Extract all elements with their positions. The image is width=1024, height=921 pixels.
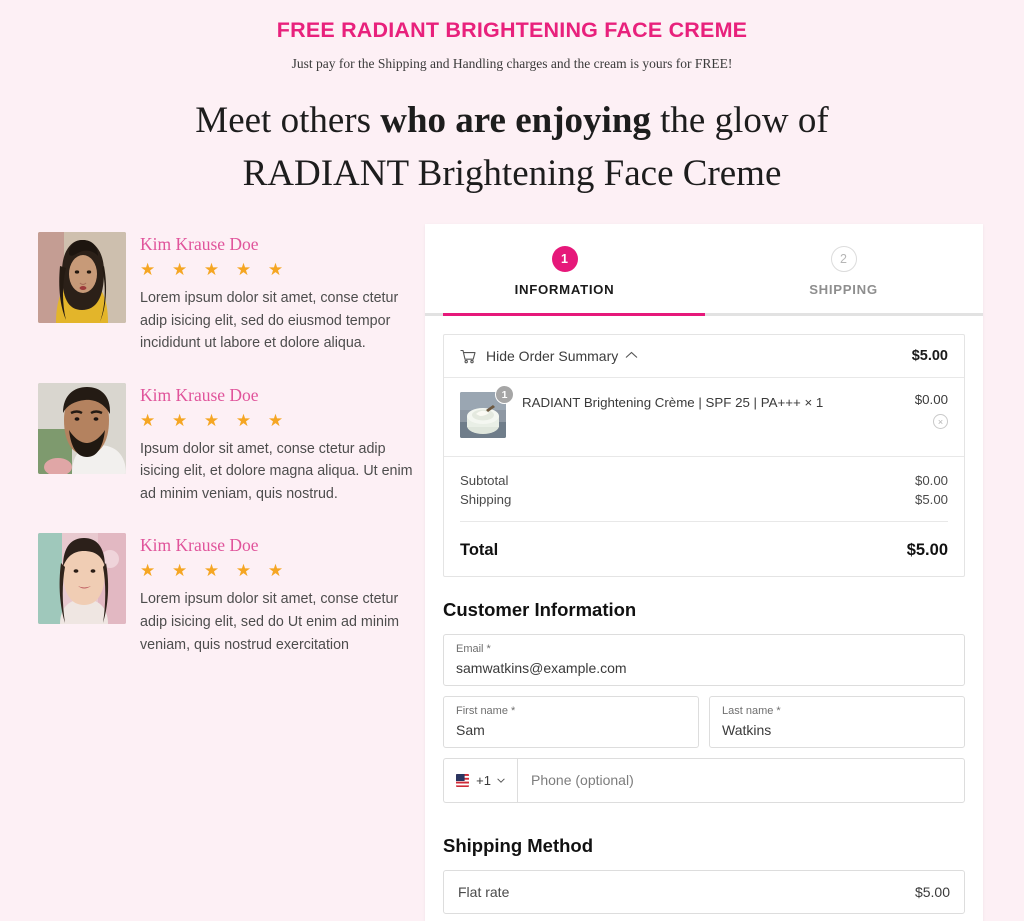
email-value: samwatkins@example.com <box>456 660 627 676</box>
testimonial-body: Kim Krause Doe ★ ★ ★ ★ ★ Lorem ipsum dol… <box>126 232 425 355</box>
step-progress-indicator <box>443 313 705 317</box>
checkout-card: 1 INFORMATION 2 SHIPPING Hide Order Summ… <box>425 224 983 921</box>
testimonial-item: Kim Krause Doe ★ ★ ★ ★ ★ Lorem ipsum dol… <box>38 533 425 656</box>
first-name-value: Sam <box>456 721 485 738</box>
testimonial-name: Kim Krause Doe <box>140 234 259 255</box>
last-name-label: Last name * <box>722 705 781 717</box>
woman-dark-hair-yellow-top-photo <box>38 232 126 324</box>
bearded-man-white-shirt-photo <box>38 382 126 474</box>
customer-information-fields: Email * samwatkins@example.com First nam… <box>425 634 983 803</box>
body-columns: Kim Krause Doe ★ ★ ★ ★ ★ Lorem ipsum dol… <box>0 224 1024 921</box>
line-item-thumb-wrap: 1 <box>460 385 514 439</box>
shipping-rate-price: $5.00 <box>914 883 950 900</box>
first-name-field[interactable]: First name * Sam <box>443 696 699 748</box>
cart-icon <box>460 349 476 364</box>
order-line-item: 1 RADIANT Brightening Crème | SPF 25 | P… <box>444 378 964 458</box>
avatar <box>38 232 126 324</box>
hide-order-summary-toggle[interactable]: Hide Order Summary $5.00 <box>444 335 964 379</box>
checkout-steps: 1 INFORMATION 2 SHIPPING <box>425 224 983 317</box>
grand-total-row: Total $5.00 <box>444 528 964 576</box>
line-item-name: RADIANT Brightening Crème | SPF 25 | PA+… <box>522 395 824 411</box>
testimonial-name: Kim Krause Doe <box>140 384 259 405</box>
testimonial-text: Lorem ipsum dolor sit amet, conse ctetur… <box>140 290 399 352</box>
phone-input[interactable]: Phone (optional) <box>517 757 965 803</box>
promo-subtitle: Just pay for the Shipping and Handling c… <box>291 56 733 71</box>
country-code-selector[interactable]: +1 <box>443 757 517 803</box>
chevron-up-icon <box>625 350 638 362</box>
line-item-price: $0.00 <box>914 392 948 408</box>
promo-header: FREE RADIANT BRIGHTENING FACE CREME Just… <box>0 0 1024 72</box>
shipping-rate-option[interactable]: Flat rate $5.00 <box>443 869 965 914</box>
testimonials-list: Kim Krause Doe ★ ★ ★ ★ ★ Lorem ipsum dol… <box>0 224 425 684</box>
grand-total-label: Total <box>460 541 499 560</box>
name-row: First name * Sam Last name * Watkins <box>443 696 965 748</box>
star-rating-icon: ★ ★ ★ ★ ★ <box>140 561 290 581</box>
testimonial-item: Kim Krause Doe ★ ★ ★ ★ ★ Ipsum dolor sit… <box>38 382 425 506</box>
testimonial-body: Kim Krause Doe ★ ★ ★ ★ ★ Lorem ipsum dol… <box>126 533 425 656</box>
testimonial-text: Lorem ipsum dolor sit amet, conse ctetur… <box>140 591 400 653</box>
headline-part1: Meet others <box>195 100 381 141</box>
us-flag-icon <box>456 773 470 787</box>
email-row: Email * samwatkins@example.com <box>443 634 965 686</box>
star-rating-icon: ★ ★ ★ ★ ★ <box>140 260 290 280</box>
totals-divider <box>460 521 948 523</box>
testimonial-body: Kim Krause Doe ★ ★ ★ ★ ★ Ipsum dolor sit… <box>126 383 425 506</box>
headline-line2: RADIANT Brightening Face Creme <box>242 152 782 194</box>
hide-order-summary-label: Hide Order Summary <box>486 348 619 365</box>
last-name-value: Watkins <box>722 721 772 738</box>
chevron-down-icon <box>497 776 505 785</box>
headline-bold: who are enjoying <box>380 100 651 141</box>
shipping-label: Shipping <box>460 492 512 508</box>
testimonial-item: Kim Krause Doe ★ ★ ★ ★ ★ Lorem ipsum dol… <box>38 232 425 355</box>
remove-item-icon[interactable]: × <box>933 414 948 430</box>
page-headline: Meet others who are enjoying the glow of… <box>0 95 1024 200</box>
testimonial-text: Ipsum dolor sit amet, conse ctetur adip … <box>140 440 413 502</box>
subtotal-value: $0.00 <box>914 473 948 489</box>
order-summary-section: Hide Order Summary $5.00 1 RADIANT Brigh… <box>425 316 983 578</box>
order-summary-box: Hide Order Summary $5.00 1 RADIANT Brigh… <box>443 334 965 578</box>
shipping-row: Shipping $5.00 <box>460 490 948 509</box>
phone-row: +1 Phone (optional) <box>443 757 965 803</box>
shipping-method-title: Shipping Method <box>443 834 594 856</box>
subtotal-label: Subtotal <box>460 473 509 489</box>
subtotal-row: Subtotal $0.00 <box>460 471 948 490</box>
email-field[interactable]: Email * samwatkins@example.com <box>443 634 965 686</box>
star-rating-icon: ★ ★ ★ ★ ★ <box>140 410 290 430</box>
avatar <box>38 382 126 474</box>
last-name-field[interactable]: Last name * Watkins <box>709 696 965 748</box>
customer-information-title: Customer Information <box>443 599 637 621</box>
smiling-woman-long-hair-photo <box>38 533 126 625</box>
step-number-badge: 2 <box>830 246 857 273</box>
tab-information[interactable]: 1 INFORMATION <box>425 246 704 313</box>
country-code-value: +1 <box>476 772 491 788</box>
step-label: SHIPPING <box>809 282 878 298</box>
shipping-value: $5.00 <box>914 492 948 508</box>
email-label: Email * <box>456 643 491 656</box>
testimonial-name: Kim Krause Doe <box>140 535 259 556</box>
shipping-rate-label: Flat rate <box>458 883 510 900</box>
step-number-badge: 1 <box>551 246 578 273</box>
step-label: INFORMATION <box>514 282 615 298</box>
promo-title: FREE RADIANT BRIGHTENING FACE CREME <box>276 18 748 42</box>
line-item-right: $0.00 × <box>915 392 948 438</box>
order-totals: Subtotal $0.00 Shipping $5.00 <box>444 457 964 528</box>
first-name-label: First name * <box>456 705 516 717</box>
grand-total-value: $5.00 <box>906 541 948 560</box>
line-item-quantity-badge: 1 <box>495 385 514 405</box>
tab-shipping[interactable]: 2 SHIPPING <box>704 246 983 313</box>
avatar <box>38 533 126 625</box>
order-summary-total: $5.00 <box>911 348 948 365</box>
headline-part2: the glow of <box>650 100 829 141</box>
page-root: FREE RADIANT BRIGHTENING FACE CREME Just… <box>0 0 1024 921</box>
